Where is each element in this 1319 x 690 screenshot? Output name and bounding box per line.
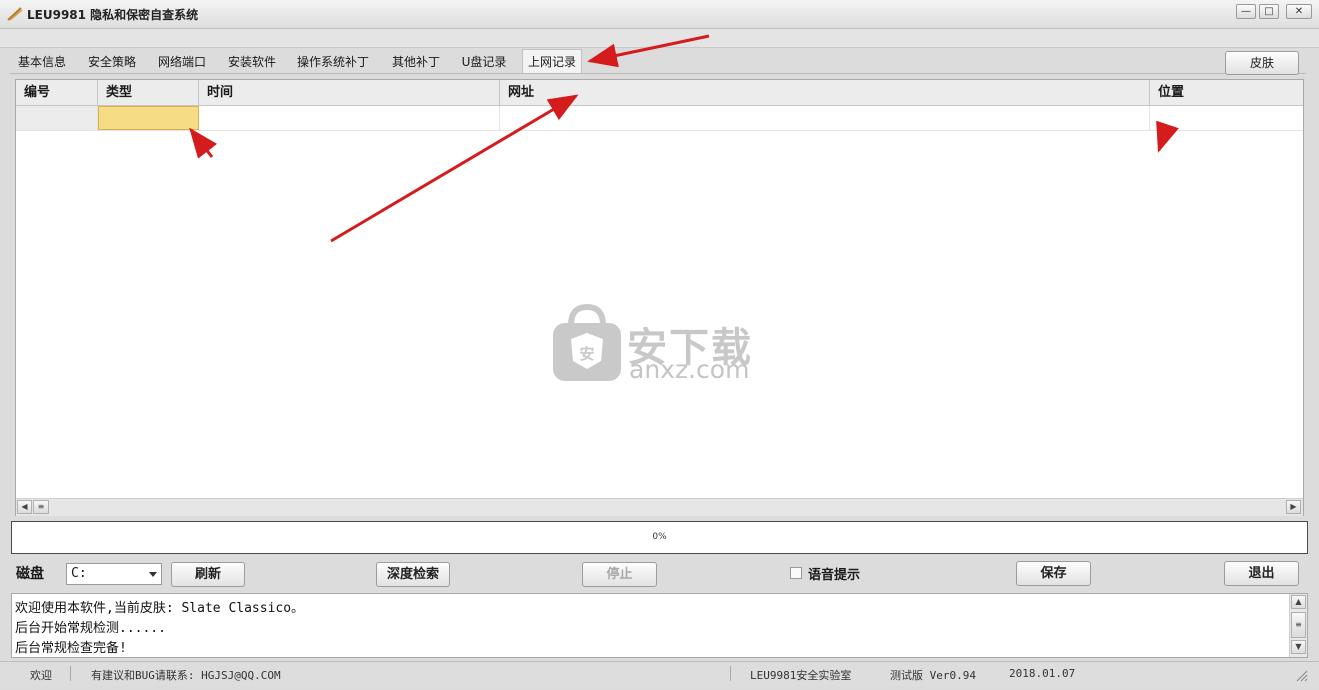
log-line: 欢迎使用本软件,当前皮肤: Slate Classico。 (15, 601, 305, 616)
exit-button[interactable]: 退出 (1224, 561, 1299, 586)
records-grid: 编号 类型 时间 网址 位置 ◀ ≡ ▶ (15, 79, 1304, 516)
disk-select[interactable]: C: (66, 563, 162, 585)
time-cell[interactable] (199, 106, 500, 130)
skin-button[interactable]: 皮肤 (1225, 51, 1299, 75)
log-line: 后台常规检查完备! (15, 641, 127, 656)
status-version: 测试版 Ver0.94 (890, 669, 976, 682)
menu-strip (0, 29, 1319, 48)
chevron-down-icon[interactable] (149, 572, 157, 577)
scroll-thumb[interactable]: ≡ (33, 500, 49, 514)
selected-type-cell[interactable] (98, 106, 199, 130)
maximize-icon: □ (1264, 6, 1274, 17)
log-line: 后台开始常规检测...... (15, 621, 166, 636)
tab-installed-software[interactable]: 安装软件 (220, 51, 284, 73)
refresh-button[interactable]: 刷新 (171, 562, 245, 587)
scroll-up-icon[interactable]: ▲ (1291, 595, 1306, 609)
column-header-url[interactable]: 网址 (500, 80, 1150, 105)
grid-header: 编号 类型 时间 网址 位置 (16, 80, 1303, 106)
horizontal-scrollbar[interactable]: ◀ ≡ ▶ (16, 498, 1303, 516)
status-bar: 欢迎 有建议和BUG请联系: HGJSJ@QQ.COM LEU9981安全实验室… (0, 661, 1319, 686)
status-separator (730, 666, 731, 681)
tab-basic-info[interactable]: 基本信息 (10, 51, 74, 73)
maximize-button[interactable]: □ (1259, 4, 1279, 19)
location-cell[interactable] (1150, 106, 1303, 130)
deep-search-button[interactable]: 深度检索 (376, 562, 450, 587)
tab-os-patches[interactable]: 操作系统补丁 (292, 51, 374, 73)
watermark-shield-icon: 安 (553, 303, 621, 381)
log-textarea[interactable]: 欢迎使用本软件,当前皮肤: Slate Classico。 后台开始常规检测..… (11, 593, 1308, 658)
scroll-left-icon[interactable]: ◀ (17, 500, 32, 514)
column-header-type[interactable]: 类型 (98, 80, 199, 105)
table-row[interactable] (16, 106, 1303, 131)
close-button[interactable]: ✕ (1286, 4, 1312, 19)
tab-divider (10, 73, 1306, 74)
tab-web-records[interactable]: 上网记录 (522, 49, 582, 73)
column-header-time[interactable]: 时间 (199, 80, 500, 105)
stop-button[interactable]: 停止 (582, 562, 657, 587)
voice-prompt-checkbox[interactable] (790, 567, 802, 579)
minimize-button[interactable]: — (1236, 4, 1256, 19)
vertical-scrollbar[interactable]: ▲ ≡ ▼ (1289, 594, 1307, 657)
scroll-thumb[interactable]: ≡ (1291, 612, 1306, 638)
scroll-down-icon[interactable]: ▼ (1291, 640, 1306, 654)
tab-bar: 基本信息 安全策略 网络端口 安装软件 操作系统补丁 其他补丁 U盘记录 上网记… (10, 49, 1219, 73)
close-icon: ✕ (1294, 6, 1304, 17)
column-header-location[interactable]: 位置 (1150, 80, 1303, 105)
window-title: LEU9981 隐私和保密自查系统 (27, 8, 199, 22)
url-cell[interactable] (500, 106, 1150, 130)
disk-select-value: C: (71, 566, 87, 581)
status-welcome: 欢迎 (30, 669, 52, 682)
save-button[interactable]: 保存 (1016, 561, 1091, 586)
status-date: 2018.01.07 (1009, 667, 1076, 680)
resize-grip-icon[interactable] (1294, 668, 1308, 682)
row-indicator-cell[interactable] (16, 106, 98, 130)
progress-bar: 0% (11, 521, 1308, 554)
tab-other-patches[interactable]: 其他补丁 (384, 51, 448, 73)
tab-network-ports[interactable]: 网络端口 (150, 51, 214, 73)
minimize-icon: — (1241, 6, 1251, 17)
status-lab: LEU9981安全实验室 (750, 669, 852, 682)
watermark-shield-char: 安 (579, 345, 594, 363)
disk-label: 磁盘 (16, 566, 44, 582)
app-icon (7, 7, 23, 21)
tab-security-policy[interactable]: 安全策略 (80, 51, 144, 73)
tab-usb-records[interactable]: U盘记录 (454, 51, 514, 73)
voice-prompt-label: 语音提示 (808, 568, 861, 583)
watermark-en: anxz.com (629, 355, 750, 384)
status-separator (70, 666, 71, 681)
column-header-id[interactable]: 编号 (16, 80, 98, 105)
status-contact: 有建议和BUG请联系: HGJSJ@QQ.COM (91, 669, 281, 682)
scroll-right-icon[interactable]: ▶ (1286, 500, 1301, 514)
progress-text: 0% (652, 532, 667, 542)
title-bar: LEU9981 隐私和保密自查系统 — □ ✕ (0, 0, 1319, 29)
